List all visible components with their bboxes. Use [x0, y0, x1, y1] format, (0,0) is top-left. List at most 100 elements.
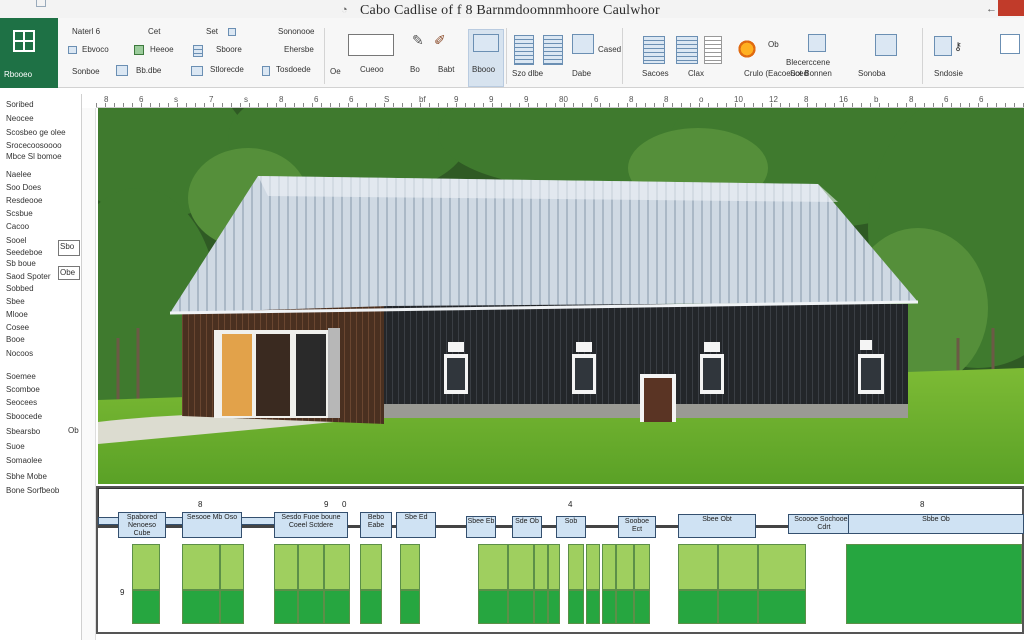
table-cell[interactable] — [508, 590, 534, 624]
key-sheet-icon[interactable] — [934, 36, 952, 56]
table-cell[interactable] — [220, 544, 244, 590]
ribbon-item[interactable]: Sonboe — [72, 67, 100, 76]
table-cell[interactable] — [360, 590, 382, 624]
left-panel-item[interactable]: Scosbeo ge olee — [6, 128, 66, 137]
column-header[interactable]: Sde Ob — [512, 516, 542, 538]
table-cell[interactable] — [616, 590, 634, 624]
left-panel-item[interactable]: Somaolee — [6, 456, 42, 465]
left-panel-item[interactable]: Srocecoosoooo — [6, 141, 62, 150]
group-label[interactable]: Bbooo — [472, 65, 495, 74]
table-cell[interactable] — [298, 544, 324, 590]
left-panel-item[interactable]: Resdeooe — [6, 196, 42, 205]
left-panel-item[interactable]: Sbee — [6, 297, 25, 306]
left-panel-item[interactable]: Cacoo — [6, 222, 29, 231]
doc-list-icon[interactable] — [514, 35, 534, 65]
left-panel-item[interactable]: Suoe — [6, 442, 25, 451]
left-panel-item[interactable]: Mlooe — [6, 310, 28, 319]
group-label[interactable]: Dabe — [572, 69, 591, 78]
group-label[interactable]: Blecerccene — [786, 58, 830, 67]
group-label[interactable]: Sacoes — [642, 69, 669, 78]
left-panel-item[interactable]: Sboocede — [6, 412, 42, 421]
left-panel-item[interactable]: Naelee — [6, 170, 31, 179]
table-cell[interactable] — [586, 590, 600, 624]
table-cell[interactable] — [678, 544, 718, 590]
left-panel-item[interactable]: Soo Does — [6, 183, 41, 192]
left-panel-box[interactable]: Sbo — [58, 240, 80, 256]
ribbon-item[interactable]: Set — [206, 27, 218, 36]
left-panel-item[interactable]: Mbce Sl bomoe — [6, 152, 62, 161]
left-panel-item[interactable]: Seocees — [6, 398, 37, 407]
table-cell[interactable] — [602, 590, 616, 624]
group-label[interactable]: Sonoba — [858, 69, 886, 78]
table-cell[interactable] — [568, 590, 584, 624]
table-cell[interactable] — [548, 590, 560, 624]
resize-icon[interactable] — [1000, 34, 1020, 54]
left-panel-item[interactable]: Sobbed — [6, 284, 34, 293]
table-cell[interactable] — [274, 544, 298, 590]
left-panel-item[interactable]: Sooel — [6, 236, 26, 245]
left-panel-box[interactable]: Obe — [58, 266, 80, 280]
left-panel-item[interactable]: Sbearsbo — [6, 427, 40, 436]
left-panel-item[interactable]: Neocee — [6, 114, 34, 123]
column-header[interactable]: Bebo Eabe — [360, 512, 392, 538]
table-cell[interactable] — [182, 544, 220, 590]
left-panel-item[interactable]: Booe — [6, 335, 25, 344]
column-header[interactable]: Sesdo Fuoe boune Coeel Sctdere — [274, 512, 348, 538]
ribbon-item[interactable]: Sboore — [216, 45, 242, 54]
left-panel-item[interactable]: Scsbue — [6, 209, 33, 218]
table-cell[interactable] — [616, 544, 634, 590]
column-header[interactable]: Sbbe Ob — [848, 514, 1024, 534]
ribbon-item[interactable]: Stlorecde — [210, 65, 244, 74]
group-label[interactable]: Sndosie — [934, 69, 963, 78]
app-tile[interactable]: Rbooeo — [0, 18, 58, 88]
table-cell[interactable] — [758, 590, 806, 624]
column-header[interactable]: Sooboe Ect — [618, 516, 656, 538]
column-header[interactable]: Sbee Obt — [678, 514, 756, 538]
table-cell[interactable] — [568, 544, 584, 590]
sun-icon[interactable] — [736, 38, 758, 60]
group-label[interactable]: Cased — [598, 45, 621, 54]
table-cell[interactable] — [718, 544, 758, 590]
table-cell[interactable] — [478, 544, 508, 590]
table-cell[interactable] — [534, 544, 548, 590]
group-label[interactable]: Szo dlbe — [512, 69, 543, 78]
table-block[interactable] — [846, 544, 1022, 624]
table-cell[interactable] — [508, 544, 534, 590]
ribbon-item[interactable]: Cet — [148, 27, 160, 36]
group-label[interactable]: Bo — [410, 65, 420, 74]
table-cell[interactable] — [548, 544, 560, 590]
table-cell[interactable] — [478, 590, 508, 624]
table-cell[interactable] — [634, 544, 650, 590]
doc-list-icon[interactable] — [676, 36, 698, 64]
table-cell[interactable] — [360, 544, 382, 590]
group-label[interactable]: Sot Bonnen — [790, 69, 832, 78]
table-cell[interactable] — [534, 590, 548, 624]
doc-list-icon[interactable] — [643, 36, 665, 64]
doc-list-icon[interactable] — [543, 35, 563, 65]
ribbon-item[interactable]: Tosdoede — [276, 65, 311, 74]
ribbon-item[interactable]: Heeoe — [150, 45, 174, 54]
ribbon-item[interactable]: Bb.dbe — [136, 66, 161, 75]
left-panel-item[interactable]: Scomboe — [6, 385, 40, 394]
close-button[interactable] — [998, 0, 1024, 16]
column-header[interactable]: Sesooe Mb Oso — [182, 512, 242, 538]
table-cell[interactable] — [678, 590, 718, 624]
table-cell[interactable] — [298, 590, 324, 624]
left-panel-item[interactable]: Saod Spoter — [6, 272, 50, 281]
column-header[interactable]: Sob — [556, 516, 586, 538]
left-panel-item[interactable]: Bone Sorfbeob — [6, 486, 59, 495]
column-header[interactable]: Spabored Nenoeso Cube — [118, 512, 166, 538]
panel-icon[interactable] — [572, 34, 594, 54]
ribbon-item[interactable]: Ebvoco — [82, 45, 109, 54]
window-icon[interactable] — [875, 34, 897, 56]
ribbon-item[interactable]: Sononooe — [278, 27, 314, 36]
table-cell[interactable] — [324, 590, 350, 624]
left-panel-item[interactable]: Sbhe Mobe — [6, 472, 47, 481]
column-header[interactable]: Sbe Ed — [396, 512, 436, 538]
image-icon[interactable] — [808, 34, 826, 52]
table-cell[interactable] — [182, 590, 220, 624]
group-label[interactable]: Clax — [688, 69, 704, 78]
left-panel-item[interactable]: Nocoos — [6, 349, 33, 358]
table-cell[interactable] — [400, 590, 420, 624]
pencil-icon[interactable]: ✎ — [412, 32, 424, 49]
